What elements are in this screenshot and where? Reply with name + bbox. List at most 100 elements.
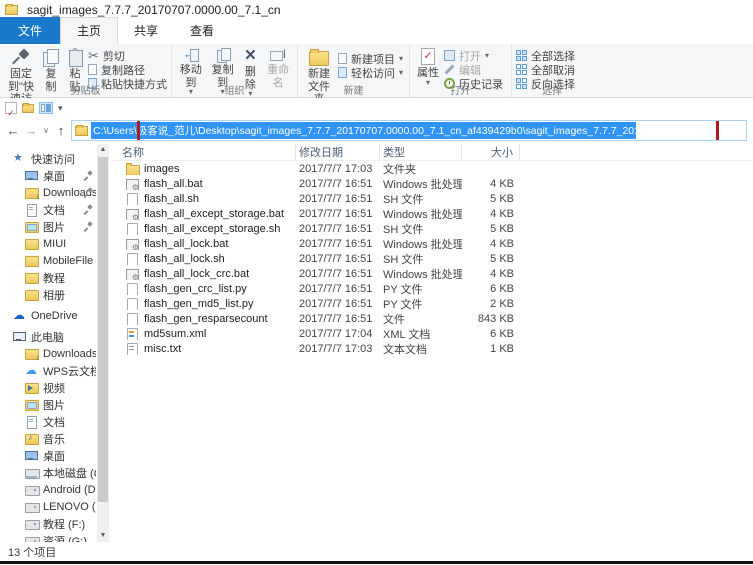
- file-date: 2017/7/7 16:51: [296, 283, 380, 295]
- sidebar-item[interactable]: Android (D:): [0, 481, 96, 498]
- sidebar-item-icon: [25, 347, 38, 360]
- file-type-icon: [126, 163, 138, 175]
- sidebar-item[interactable]: 资源 (G:): [0, 532, 96, 542]
- sidebar-item-icon: [25, 517, 38, 530]
- select-all-button[interactable]: 全部选择: [516, 49, 575, 62]
- ribbon: 固定到"快速访问" 复制 粘贴 剪切 复制路径 粘贴快捷方式 剪贴板: [0, 44, 753, 98]
- sidebar-item[interactable]: 教程: [0, 269, 96, 286]
- sidebar-item[interactable]: 相册: [0, 286, 96, 303]
- sidebar-item[interactable]: 桌面: [0, 167, 96, 184]
- address-path-selected-text[interactable]: C:\Users\极客说_范儿\Desktop\sagit_images_7.7…: [91, 122, 636, 139]
- file-date: 2017/7/7 16:51: [296, 223, 380, 235]
- column-header-type[interactable]: 类型: [380, 144, 462, 160]
- sidebar-item[interactable]: MobileFile: [0, 252, 96, 269]
- tab-view[interactable]: 查看: [174, 18, 230, 44]
- pin-icon: [84, 222, 93, 231]
- open-button[interactable]: 打开 ▾: [444, 49, 503, 62]
- properties-quick-icon[interactable]: [5, 102, 17, 114]
- scroll-up-arrow[interactable]: ▲: [97, 144, 109, 156]
- column-header-size[interactable]: 大小: [462, 144, 520, 160]
- scrollbar-thumb[interactable]: [98, 157, 108, 502]
- sidebar-item[interactable]: 视频: [0, 379, 96, 396]
- sidebar-item[interactable]: OneDrive: [0, 307, 96, 324]
- file-row[interactable]: flash_gen_resparsecount 2017/7/7 16:51 文…: [110, 311, 753, 326]
- file-row[interactable]: flash_all_lock.bat 2017/7/7 16:51 Window…: [110, 236, 753, 251]
- file-type-icon: [126, 193, 138, 205]
- copy-path-button[interactable]: 复制路径: [88, 63, 167, 76]
- sidebar-scrollbar[interactable]: ▲ ▼: [97, 144, 109, 542]
- file-row[interactable]: flash_all_lock.sh 2017/7/7 16:51 SH 文件 5…: [110, 251, 753, 266]
- sidebar-item[interactable]: MIUI: [0, 235, 96, 252]
- sidebar-item-label: 文档: [43, 414, 65, 430]
- sidebar-item-icon: [25, 466, 38, 479]
- file-date: 2017/7/7 16:51: [296, 238, 380, 250]
- forward-button[interactable]: →: [22, 123, 40, 138]
- window-title: sagit_images_7.7.7_20170707.0000.00_7.1_…: [27, 3, 281, 17]
- file-type-icon: [126, 253, 138, 265]
- pushpin-icon: [12, 48, 30, 66]
- file-date: 2017/7/7 16:51: [296, 298, 380, 310]
- file-row[interactable]: md5sum.xml 2017/7/7 17:04 XML 文档 6 KB: [110, 326, 753, 341]
- tab-file[interactable]: 文件: [0, 17, 60, 44]
- file-row[interactable]: misc.txt 2017/7/7 17:03 文本文档 1 KB: [110, 341, 753, 356]
- file-type: Windows 批处理...: [380, 236, 462, 252]
- sidebar-item-label: MIUI: [43, 238, 66, 250]
- dropdown-caret: ▾: [399, 70, 403, 76]
- qat-customize-caret[interactable]: ▾: [58, 105, 63, 111]
- ribbon-group-organize: 移动到 ▾ 复制到 ▾ × 删除 ▾ 重命名 组织: [172, 44, 298, 97]
- sidebar-item[interactable]: 图片: [0, 218, 96, 235]
- edit-button[interactable]: 编辑: [444, 63, 503, 76]
- sidebar-item[interactable]: 图片: [0, 396, 96, 413]
- new-folder-quick-icon[interactable]: [22, 104, 34, 113]
- file-row[interactable]: flash_all.bat 2017/7/7 16:51 Windows 批处理…: [110, 176, 753, 191]
- properties-button[interactable]: 属性 ▾: [414, 47, 442, 87]
- sidebar-item[interactable]: 桌面: [0, 447, 96, 464]
- file-date: 2017/7/7 16:51: [296, 178, 380, 190]
- file-row[interactable]: flash_all_except_storage.sh 2017/7/7 16:…: [110, 221, 753, 236]
- new-item-button[interactable]: 新建项目 ▾: [338, 52, 403, 65]
- file-row[interactable]: flash_all_lock_crc.bat 2017/7/7 16:51 Wi…: [110, 266, 753, 281]
- sidebar-item[interactable]: 教程 (F:): [0, 515, 96, 532]
- tab-home[interactable]: 主页: [60, 17, 118, 44]
- easy-access-button[interactable]: 轻松访问 ▾: [338, 66, 403, 79]
- group-label-new: 新建: [298, 82, 409, 97]
- file-name: flash_all_lock.bat: [144, 238, 228, 250]
- file-row[interactable]: images 2017/7/7 17:03 文件夹: [110, 161, 753, 176]
- column-header-name[interactable]: 名称: [110, 144, 296, 160]
- file-row[interactable]: flash_gen_md5_list.py 2017/7/7 16:51 PY …: [110, 296, 753, 311]
- select-none-button[interactable]: 全部取消: [516, 63, 575, 76]
- sidebar-item[interactable]: 本地磁盘 (C:): [0, 464, 96, 481]
- address-bar[interactable]: C:\Users\极客说_范儿\Desktop\sagit_images_7.7…: [71, 120, 747, 141]
- move-to-icon: [183, 48, 199, 62]
- sidebar-item-icon: [25, 254, 38, 267]
- sidebar-item[interactable]: 此电脑: [0, 328, 96, 345]
- sidebar-item[interactable]: 文档: [0, 413, 96, 430]
- sidebar-item[interactable]: LENOVO (E:): [0, 498, 96, 515]
- sidebar-item[interactable]: 文档: [0, 201, 96, 218]
- scroll-down-arrow[interactable]: ▼: [97, 530, 109, 542]
- file-date: 2017/7/7 16:51: [296, 313, 380, 325]
- file-type: Windows 批处理...: [380, 176, 462, 192]
- sidebar-item[interactable]: Downloads: [0, 345, 96, 362]
- file-row[interactable]: flash_gen_crc_list.py 2017/7/7 16:51 PY …: [110, 281, 753, 296]
- back-button[interactable]: ←: [4, 123, 22, 138]
- file-size: 4 KB: [462, 208, 520, 220]
- preview-pane-icon[interactable]: [39, 102, 53, 114]
- file-type-icon: [126, 313, 138, 325]
- sidebar-item-label: 资源 (G:): [43, 533, 87, 543]
- file-size: 5 KB: [462, 223, 520, 235]
- tab-share[interactable]: 共享: [118, 18, 174, 44]
- recent-locations-caret[interactable]: ∨: [40, 126, 52, 135]
- sidebar-item[interactable]: 音乐: [0, 430, 96, 447]
- sidebar-item[interactable]: WPS云文档: [0, 362, 96, 379]
- column-header-date[interactable]: 修改日期: [296, 144, 380, 160]
- sidebar-item-label: 桌面: [43, 448, 65, 464]
- file-size: 5 KB: [462, 253, 520, 265]
- sidebar-item[interactable]: 快速访问: [0, 150, 96, 167]
- cut-button[interactable]: 剪切: [88, 49, 167, 62]
- file-row[interactable]: flash_all_except_storage.bat 2017/7/7 16…: [110, 206, 753, 221]
- file-row[interactable]: flash_all.sh 2017/7/7 16:51 SH 文件 5 KB: [110, 191, 753, 206]
- up-button[interactable]: ↑: [52, 123, 70, 138]
- sidebar-item[interactable]: Downloads: [0, 184, 96, 201]
- address-folder-icon: [75, 126, 88, 136]
